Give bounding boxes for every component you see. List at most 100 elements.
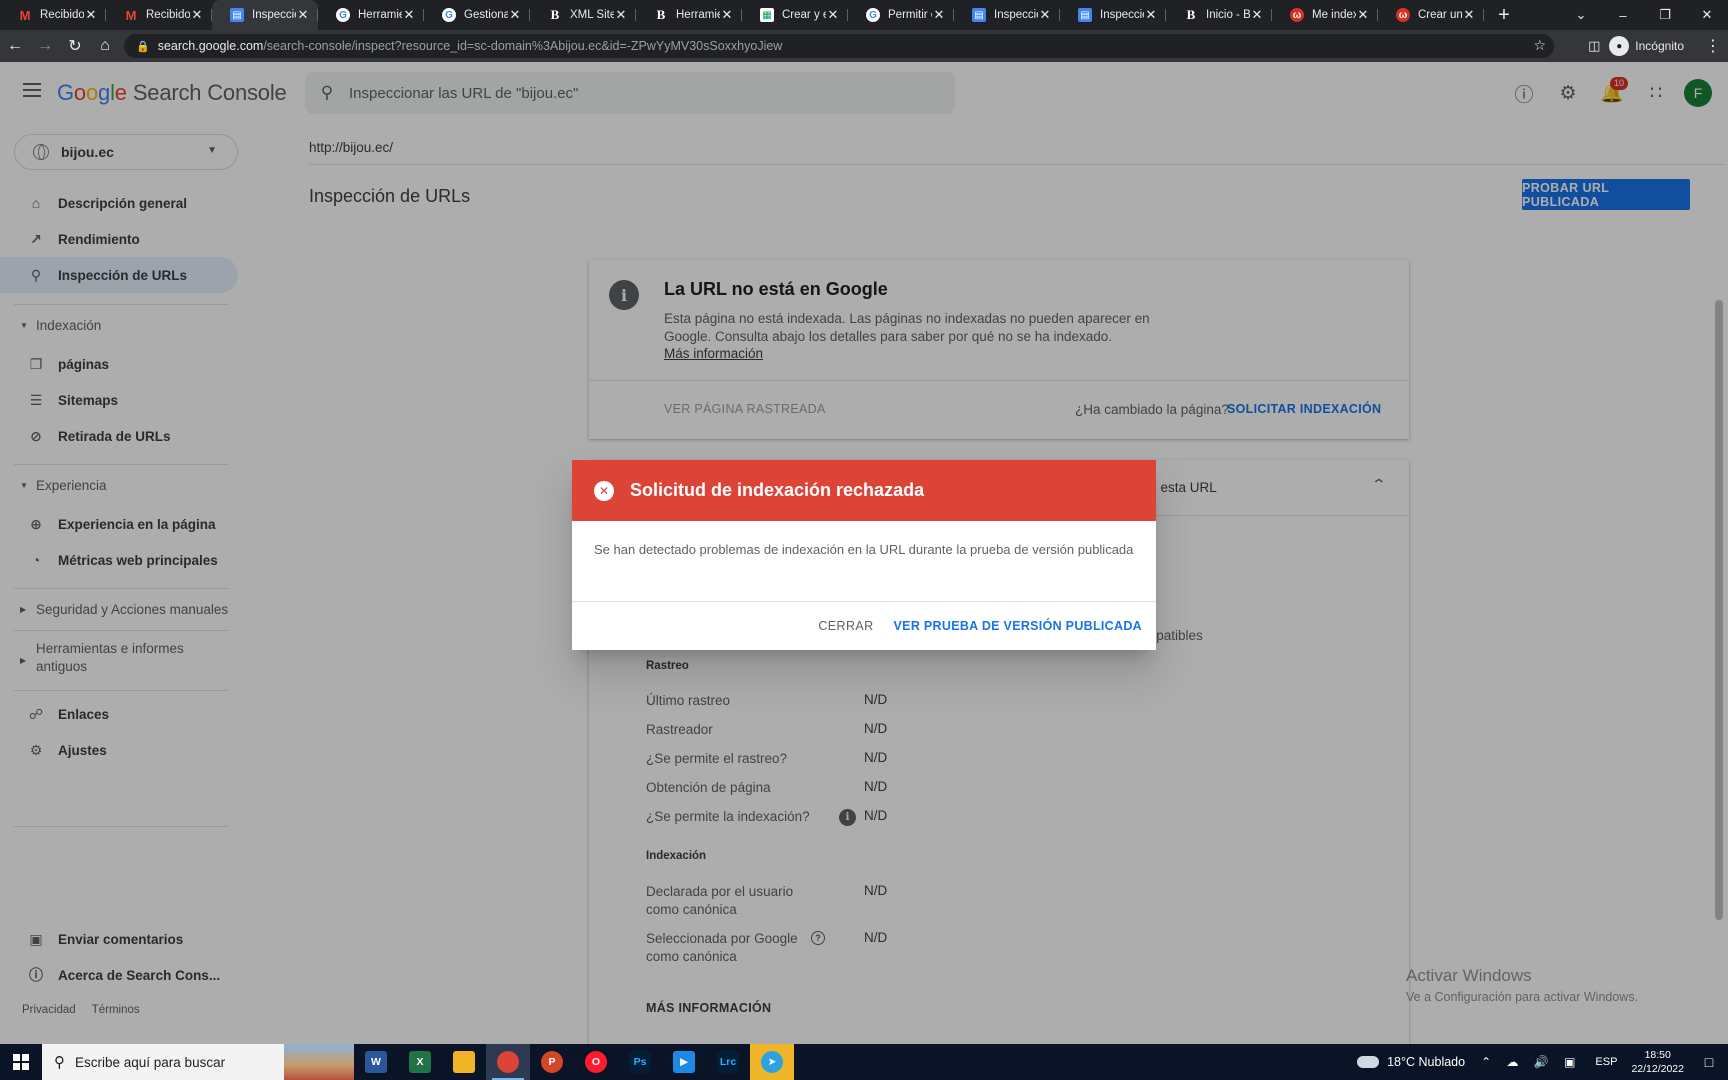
taskbar-powerpoint[interactable]: P — [530, 1044, 574, 1080]
browser-tab[interactable]: ▦ Crear y en✕ — [742, 0, 848, 30]
clock-time: 18:50 — [1644, 1049, 1671, 1061]
close-tab-icon[interactable]: ✕ — [1462, 7, 1476, 23]
back-button[interactable]: ← — [0, 31, 30, 61]
reload-button[interactable]: ↻ — [60, 31, 90, 61]
browser-tab[interactable]: G Herramien✕ — [318, 0, 424, 30]
close-tab-icon[interactable]: ✕ — [190, 7, 204, 23]
b-icon: B — [1186, 7, 1196, 22]
photoshop-icon: Ps — [629, 1051, 651, 1073]
word-icon: W — [365, 1051, 387, 1073]
address-bar[interactable]: 🔒 search.google.com/search-console/inspe… — [124, 34, 1554, 58]
browser-tab-title: Gestionar — [464, 9, 508, 21]
dialog-title: Solicitud de indexación rechazada — [630, 480, 925, 500]
browser-tab[interactable]: B XML Siten✕ — [530, 0, 636, 30]
browser-tab-title: Inspecció — [994, 9, 1038, 21]
browser-tab-title: Inicio - Bi — [1206, 9, 1250, 21]
taskbar-telegram[interactable]: ➤ — [750, 1044, 794, 1080]
media-player-icon: ▶ — [673, 1051, 695, 1073]
browser-tab[interactable]: B Inicio - Bi ✕ — [1166, 0, 1272, 30]
incognito-indicator[interactable]: ● Incógnito — [1609, 36, 1684, 56]
minimize-icon[interactable]: – — [1602, 8, 1644, 23]
windows-taskbar: ⚲ Escribe aquí para buscar W X P O Ps ▶ … — [0, 1044, 1728, 1080]
search-icon: ⚲ — [54, 1054, 65, 1071]
taskbar-opera[interactable]: O — [574, 1044, 618, 1080]
browser-menu-icon[interactable]: ⋮ — [1698, 31, 1728, 61]
search-console-icon: ▤ — [972, 8, 986, 22]
tray-icons[interactable]: ⌃ ☁ 🔊 ▣ — [1481, 1055, 1581, 1069]
taskbar-file-explorer[interactable] — [442, 1044, 486, 1080]
browser-tab-title: Recibidos — [40, 9, 84, 21]
url-host: search.google.com — [157, 39, 264, 53]
home-button[interactable]: ⌂ — [90, 31, 120, 61]
close-tab-icon[interactable]: ✕ — [1356, 7, 1370, 23]
search-console-icon: ▤ — [1078, 8, 1092, 22]
browser-tab[interactable]: ω Crear un s✕ — [1378, 0, 1484, 30]
view-live-test-button[interactable]: VER PRUEBA DE VERSIÓN PUBLICADA — [894, 619, 1142, 633]
taskbar-word[interactable]: W — [354, 1044, 398, 1080]
close-window-icon[interactable]: ✕ — [1686, 7, 1728, 23]
google-icon: G — [866, 8, 880, 22]
forward-button[interactable]: → — [30, 31, 60, 61]
browser-tab[interactable]: ▤ Inspecció ✕ — [954, 0, 1060, 30]
browser-tab-title: Inspección — [252, 9, 296, 21]
browser-tab[interactable]: G Gestionar✕ — [424, 0, 530, 30]
close-tab-icon[interactable]: ✕ — [614, 7, 628, 23]
telegram-icon: ➤ — [761, 1051, 783, 1073]
browser-tab[interactable]: ω Me index ✕ — [1272, 0, 1378, 30]
windows-start-button[interactable] — [0, 1044, 42, 1080]
gmail-icon: M — [19, 7, 31, 23]
close-tab-icon[interactable]: ✕ — [932, 7, 946, 23]
system-clock[interactable]: 18:50 22/12/2022 — [1631, 1048, 1684, 1076]
lock-icon: 🔒 — [136, 40, 150, 53]
weather-widget[interactable]: 18°C Nublado — [1357, 1055, 1465, 1069]
dialog-header: ✕ Solicitud de indexación rechazada — [572, 460, 1156, 521]
close-tab-icon[interactable]: ✕ — [1144, 7, 1158, 23]
new-tab-button[interactable]: + — [1484, 0, 1524, 30]
browser-tab[interactable]: ▤ Inspecció ✕ — [1060, 0, 1166, 30]
language-indicator[interactable]: ESP — [1595, 1056, 1617, 1068]
chrome-icon — [497, 1051, 519, 1073]
error-icon: ✕ — [594, 480, 614, 501]
red-icon: ω — [1290, 8, 1304, 22]
bookmark-star-icon[interactable]: ☆ — [1533, 37, 1546, 54]
b-icon: B — [550, 7, 560, 22]
close-tab-icon[interactable]: ✕ — [1038, 7, 1052, 23]
tab-search-icon[interactable]: ⌄ — [1560, 7, 1602, 23]
close-tab-icon[interactable]: ✕ — [402, 7, 416, 23]
close-tab-icon[interactable]: ✕ — [84, 7, 98, 23]
side-panel-icon[interactable]: ◫ — [1579, 31, 1609, 61]
taskbar-lightroom[interactable]: Lrc — [706, 1044, 750, 1080]
close-tab-icon[interactable]: ✕ — [296, 7, 310, 23]
close-tab-icon[interactable]: ✕ — [508, 7, 522, 23]
browser-tab[interactable]: M Recibidos✕ — [106, 0, 212, 30]
url-path: /search-console/inspect?resource_id=sc-d… — [263, 39, 783, 53]
browser-tab-title: Me index — [1312, 9, 1356, 21]
windows-logo-icon — [13, 1054, 29, 1070]
close-tab-icon[interactable]: ✕ — [1250, 7, 1264, 23]
taskbar-excel[interactable]: X — [398, 1044, 442, 1080]
gmail-icon: M — [125, 7, 137, 23]
search-console-app: GoogleSearch Console ⚲ ⓘ ⚙ 🔔10 ∷ F bijou… — [0, 62, 1728, 1060]
opera-icon: O — [585, 1051, 607, 1073]
window-controls: ⌄ – ❐ ✕ — [1560, 0, 1728, 30]
close-tab-icon[interactable]: ✕ — [720, 7, 734, 23]
action-center-icon[interactable]: □ — [1696, 1054, 1722, 1070]
taskbar-chrome[interactable] — [486, 1044, 530, 1080]
taskbar-media-player[interactable]: ▶ — [662, 1044, 706, 1080]
browser-tab[interactable]: B Herramien✕ — [636, 0, 742, 30]
browser-tab[interactable]: M Recibidos✕ — [0, 0, 106, 30]
browser-tab[interactable]: ▤ Inspección✕ — [212, 0, 318, 30]
restore-icon[interactable]: ❐ — [1644, 7, 1686, 23]
browser-tab-title: Crear un s — [1418, 9, 1462, 21]
cloud-icon — [1357, 1056, 1380, 1068]
search-console-icon: ▤ — [230, 8, 244, 22]
taskbar-search-box[interactable]: ⚲ Escribe aquí para buscar — [42, 1044, 354, 1080]
taskbar-photoshop[interactable]: Ps — [618, 1044, 662, 1080]
browser-tab[interactable]: G Permitir e✕ — [848, 0, 954, 30]
dialog-actions: CERRAR VER PRUEBA DE VERSIÓN PUBLICADA — [572, 602, 1156, 650]
browser-toolbar: ← → ↻ ⌂ 🔒 search.google.com/search-conso… — [0, 30, 1728, 62]
close-button[interactable]: CERRAR — [818, 619, 873, 633]
close-tab-icon[interactable]: ✕ — [826, 7, 840, 23]
folder-icon — [453, 1051, 475, 1073]
powerpoint-icon: P — [541, 1051, 563, 1073]
